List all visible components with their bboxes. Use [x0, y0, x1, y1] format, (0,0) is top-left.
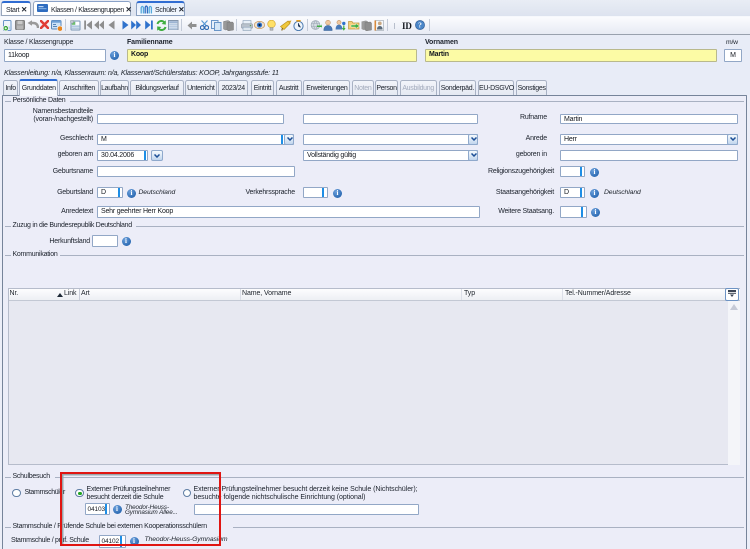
svg-text:?: ? — [418, 21, 422, 30]
